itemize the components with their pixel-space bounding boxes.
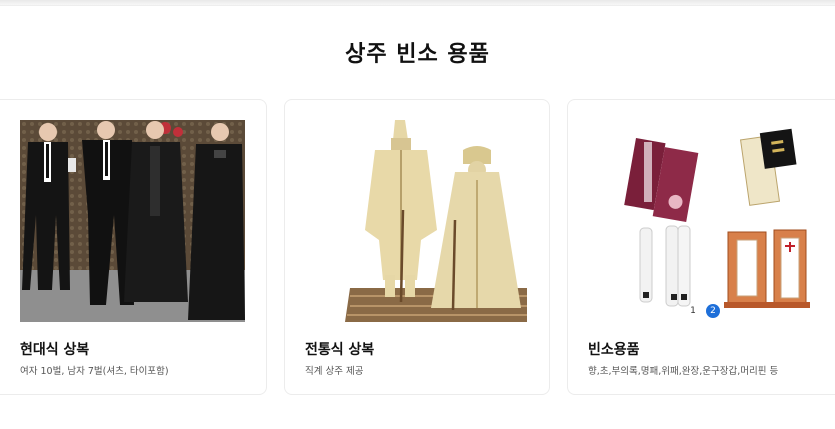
- image-pager: 1 2: [686, 304, 720, 318]
- card-description: 향,초,부의록,명패,위패,완장,운구장갑,머리핀 등: [588, 366, 779, 377]
- product-card-modern[interactable]: 현대식 상복 여자 10벌, 남자 7벌(셔츠, 타이포함): [0, 99, 267, 395]
- pager-page-2[interactable]: 2: [706, 304, 720, 318]
- card-title: 전통식 상복: [305, 342, 375, 358]
- product-card-traditional[interactable]: 전통식 상복 직계 상주 제공: [284, 99, 550, 395]
- pager-page-1[interactable]: 1: [686, 304, 700, 318]
- traditional-mourning-photo: [305, 120, 530, 322]
- product-card-altar-goods[interactable]: 1 2 빈소용품 향,초,부의록,명패,위패,완장,운구장갑,머리핀 등: [567, 99, 835, 395]
- modern-mourning-photo: [20, 120, 245, 322]
- altar-goods-photo: [588, 120, 813, 322]
- card-description: 여자 10벌, 남자 7벌(셔츠, 타이포함): [20, 366, 169, 377]
- card-title: 빈소용품: [588, 342, 640, 358]
- card-title: 현대식 상복: [20, 342, 90, 358]
- card-description: 직계 상주 제공: [305, 366, 364, 377]
- top-bar: [0, 0, 835, 6]
- section-title: 상주 빈소 용품: [345, 42, 490, 67]
